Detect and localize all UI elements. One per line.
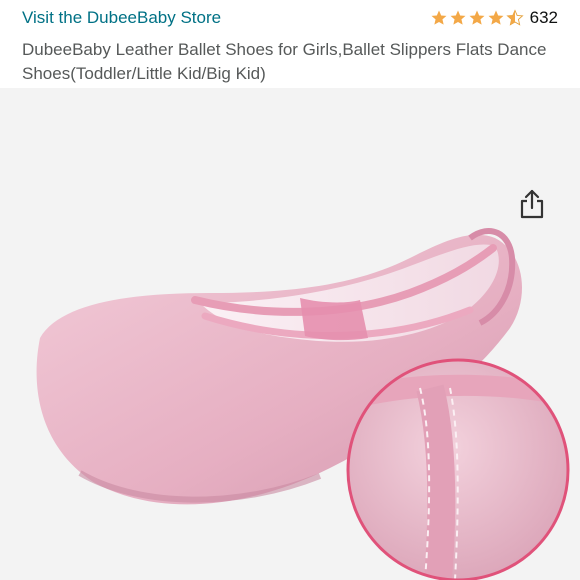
star-icon: [431, 10, 447, 25]
half-star-icon: [506, 9, 524, 26]
product-title: DubeeBaby Leather Ballet Shoes for Girls…: [22, 40, 547, 83]
share-icon: [520, 189, 544, 219]
product-image: [36, 227, 570, 580]
star-icon: [469, 10, 485, 25]
product-image-gallery[interactable]: [0, 88, 580, 580]
store-link[interactable]: Visit the DubeeBaby Store: [22, 8, 221, 28]
share-button[interactable]: [512, 184, 552, 224]
star-icon: [488, 10, 504, 25]
rating-count[interactable]: 632: [530, 8, 558, 28]
product-header: Visit the DubeeBaby Store 632 DubeeBaby …: [0, 0, 580, 90]
star-rating[interactable]: [430, 9, 524, 27]
rating[interactable]: 632: [430, 8, 558, 28]
star-icon: [450, 10, 466, 25]
